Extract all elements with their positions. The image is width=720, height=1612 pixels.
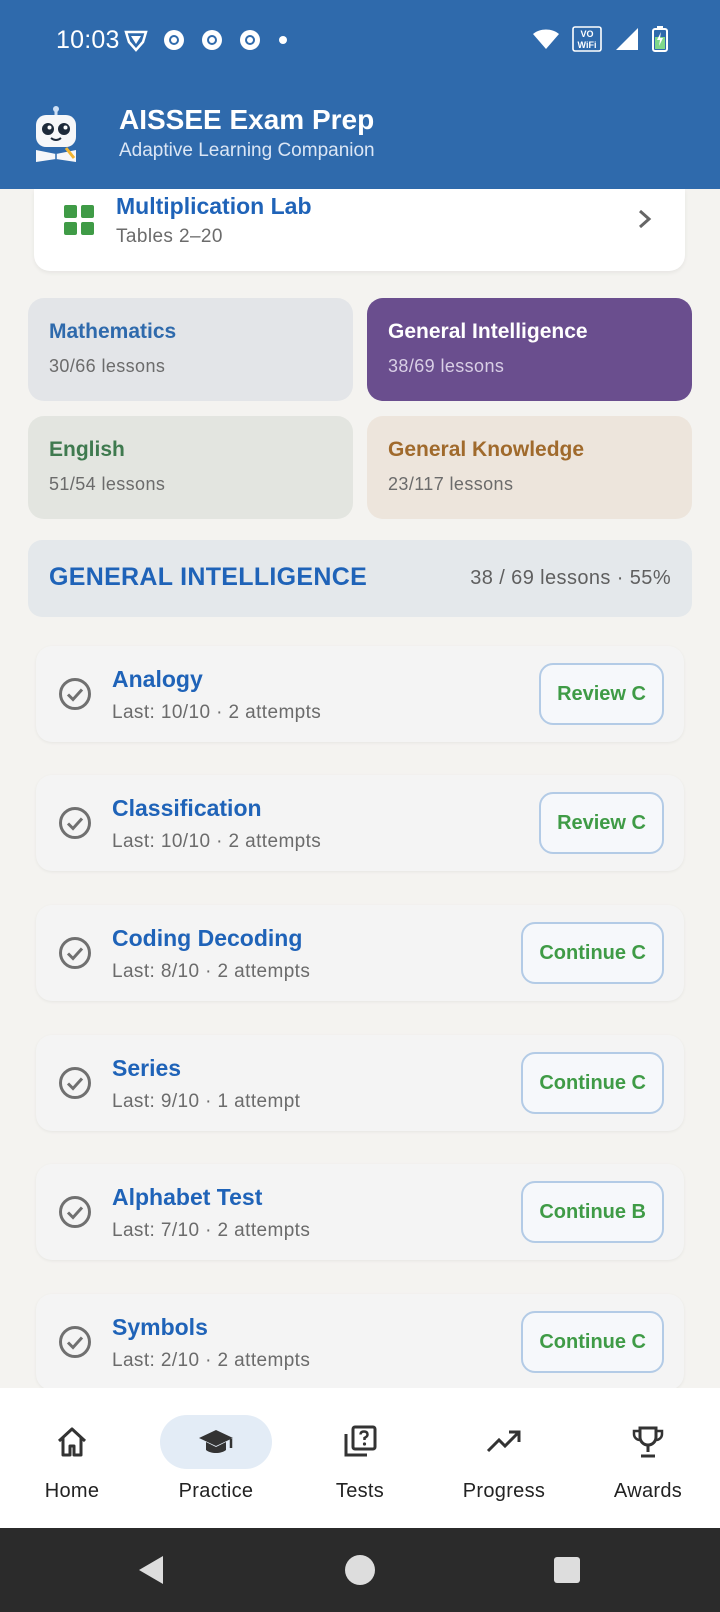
graduation-cap-icon (199, 1430, 233, 1453)
check-circle-icon (59, 1067, 91, 1099)
subject-count: 23/117 lessons (388, 474, 514, 494)
system-status-icons: VO WiFi (532, 26, 668, 52)
check-circle-icon (59, 1326, 91, 1358)
check-circle-icon (59, 807, 91, 839)
signal-icon (616, 28, 638, 50)
lesson-title: Coding Decoding (112, 925, 303, 951)
continue-button[interactable]: Continue C (521, 1052, 664, 1114)
bottom-navigation: Home Practice Tests Progress Awards (0, 1388, 720, 1528)
nav-label: Tests (335, 1480, 385, 1502)
lab-title: Multiplication Lab (116, 193, 312, 219)
nav-label: Home (44, 1480, 100, 1502)
lesson-meta: Last: 10/10 · 2 attempts (112, 831, 322, 852)
status-time: 10:03 (56, 26, 120, 54)
dot-icon (279, 36, 287, 44)
lesson-meta: Last: 8/10 · 2 attempts (112, 961, 311, 982)
home-circle-icon[interactable] (340, 1550, 380, 1590)
subject-card-english[interactable]: English 51/54 lessons (28, 416, 353, 519)
app-header: AISSEE Exam Prep Adaptive Learning Compa… (0, 84, 720, 189)
lesson-card-classification[interactable]: Classification Last: 10/10 · 2 attempts … (36, 775, 684, 871)
nav-label: Practice (178, 1480, 254, 1502)
section-progress: 38 / 69 lessons · 55% (470, 567, 671, 589)
check-circle-icon (59, 937, 91, 969)
lesson-meta: Last: 10/10 · 2 attempts (112, 702, 322, 723)
lesson-title: Analogy (112, 666, 203, 692)
lesson-title: Series (112, 1055, 182, 1081)
nav-item-awards[interactable]: Awards (576, 1388, 720, 1528)
review-button[interactable]: Review C (539, 663, 664, 725)
grid-apps-icon (64, 205, 94, 235)
lesson-card-alphabet-test[interactable]: Alphabet Test Last: 7/10 · 2 attempts Co… (36, 1164, 684, 1260)
section-header: GENERAL INTELLIGENCE 38 / 69 lessons · 5… (28, 540, 692, 617)
nav-item-home[interactable]: Home (0, 1388, 144, 1528)
chevron-right-icon (639, 209, 652, 229)
home-icon (57, 1427, 87, 1457)
continue-button[interactable]: Continue C (521, 1311, 664, 1373)
subject-title: General Intelligence (388, 320, 588, 343)
lesson-card-symbols[interactable]: Symbols Last: 2/10 · 2 attempts Continue… (36, 1294, 684, 1390)
lesson-card-analogy[interactable]: Analogy Last: 10/10 · 2 attempts Review … (36, 646, 684, 742)
review-button[interactable]: Review C (539, 792, 664, 854)
trending-up-icon (486, 1430, 521, 1453)
app-title: AISSEE Exam Prep (119, 104, 375, 135)
subject-title: General Knowledge (388, 438, 585, 461)
chrome-icon (240, 30, 260, 50)
nav-label: Progress (462, 1480, 546, 1502)
lesson-title: Classification (112, 795, 262, 821)
vowifi-bottom-text: WiFi (578, 40, 597, 50)
subject-count: 51/54 lessons (49, 474, 166, 494)
trophy-icon (632, 1426, 664, 1458)
subject-title: Mathematics (49, 320, 177, 343)
lesson-meta: Last: 7/10 · 2 attempts (112, 1220, 311, 1241)
lesson-title: Alphabet Test (112, 1184, 263, 1210)
check-circle-icon (59, 1196, 91, 1228)
section-title: GENERAL INTELLIGENCE (49, 563, 368, 591)
subject-card-mathematics[interactable]: Mathematics 30/66 lessons (28, 298, 353, 401)
multiplication-lab-card[interactable]: Multiplication Lab Tables 2–20 (34, 189, 685, 271)
lesson-card-coding-decoding[interactable]: Coding Decoding Last: 8/10 · 2 attempts … (36, 905, 684, 1001)
subject-card-general-intelligence[interactable]: General Intelligence 38/69 lessons (367, 298, 692, 401)
lesson-meta: Last: 2/10 · 2 attempts (112, 1350, 311, 1371)
subject-count: 38/69 lessons (388, 356, 505, 376)
robot-mascot-icon (36, 106, 76, 162)
app-subtitle: Adaptive Learning Companion (119, 140, 375, 161)
check-circle-icon (59, 678, 91, 710)
notification-icons (124, 28, 290, 52)
subject-title: English (49, 438, 125, 461)
nav-item-tests[interactable]: Tests (288, 1388, 432, 1528)
vpn-shield-icon (124, 30, 148, 52)
continue-button[interactable]: Continue C (521, 922, 664, 984)
chrome-icon (202, 30, 222, 50)
quiz-icon (344, 1425, 377, 1457)
lab-subtitle: Tables 2–20 (116, 226, 223, 247)
chrome-icon (164, 30, 184, 50)
subject-count: 30/66 lessons (49, 356, 166, 376)
status-bar: 10:03 VO WiFi (0, 0, 720, 84)
lesson-title: Symbols (112, 1314, 208, 1340)
wifi-icon (533, 29, 559, 49)
subject-card-general-knowledge[interactable]: General Knowledge 23/117 lessons (367, 416, 692, 519)
nav-item-progress[interactable]: Progress (432, 1388, 576, 1528)
lesson-meta: Last: 9/10 · 1 attempt (112, 1091, 301, 1112)
nav-label: Awards (613, 1480, 683, 1502)
vowifi-top-text: VO (580, 29, 593, 39)
continue-button[interactable]: Continue B (521, 1181, 664, 1243)
battery-charging-icon (652, 26, 668, 52)
lesson-card-series[interactable]: Series Last: 9/10 · 1 attempt Continue C (36, 1035, 684, 1131)
nav-item-practice[interactable]: Practice (144, 1388, 288, 1528)
vowifi-icon: VO WiFi (572, 26, 602, 52)
system-navigation-bar (0, 1528, 720, 1612)
recents-icon[interactable] (547, 1550, 587, 1590)
back-icon[interactable] (133, 1550, 173, 1590)
